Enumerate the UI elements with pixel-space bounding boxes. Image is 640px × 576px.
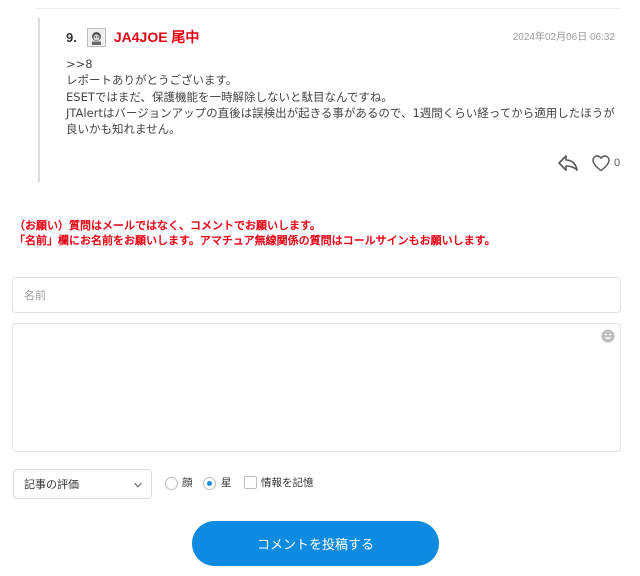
name-input[interactable] [12,277,621,313]
notice-line: （お願い）質問はメールではなく、コメントでお願いします。 [14,219,321,232]
comment-author-name[interactable]: JA4JOE 尾中 [114,27,200,47]
comment-header: 9. JA4JOE 尾中 [66,27,199,47]
comment-line: ESETではまだ、保護機能を一時解除しないと駄目なんですね。 [66,89,393,104]
comment-line: JTAlertはバージョンアップの直後は誤検出が起きる事があるので、1週間くらい… [66,105,615,120]
like-count: 0 [614,157,621,169]
avatar-image-icon [88,29,104,45]
comment-body: >>8 レポートありがとうございます。 ESETではまだ、保護機能を一時解除しな… [66,56,626,137]
rating-select[interactable]: 記事の評価 [13,469,152,499]
remember-info-label: 情報を記憶 [261,477,314,489]
section-divider [36,8,620,9]
notice-line: 「名前」欄にお名前をお願いします。アマチュア無線関係の質問はコールサインもお願い… [14,233,496,247]
rating-type-star-radio[interactable] [203,477,216,490]
comment-line: レポートありがとうございます。 [66,73,238,88]
rating-select-label: 記事の評価 [24,478,79,491]
comment-textarea[interactable] [12,323,621,452]
comment-date: 2024年02月06日 06:32 [512,32,615,43]
comment-notice: （お願い）質問はメールではなく、コメントでお願いします。 「名前」欄にお名前をお… [14,219,496,248]
avatar[interactable] [86,27,106,47]
chevron-down-icon [134,482,142,488]
comment-line: >>8 [66,57,93,71]
submit-comment-button[interactable]: コメントを投稿する [192,521,439,566]
comment-number: 9. [66,29,77,45]
reply-arrow-icon[interactable] [557,154,579,172]
heart-icon[interactable] [592,155,610,172]
rating-type-star-label: 星 [221,477,232,489]
remember-info-checkbox[interactable] [244,476,257,489]
comment-line: 良いかも知れません。 [66,122,181,137]
rating-type-face-label: 顔 [182,477,193,489]
thread-indent-line [38,18,40,182]
emoji-icon[interactable] [601,329,615,343]
rating-type-face-radio[interactable] [165,477,178,490]
